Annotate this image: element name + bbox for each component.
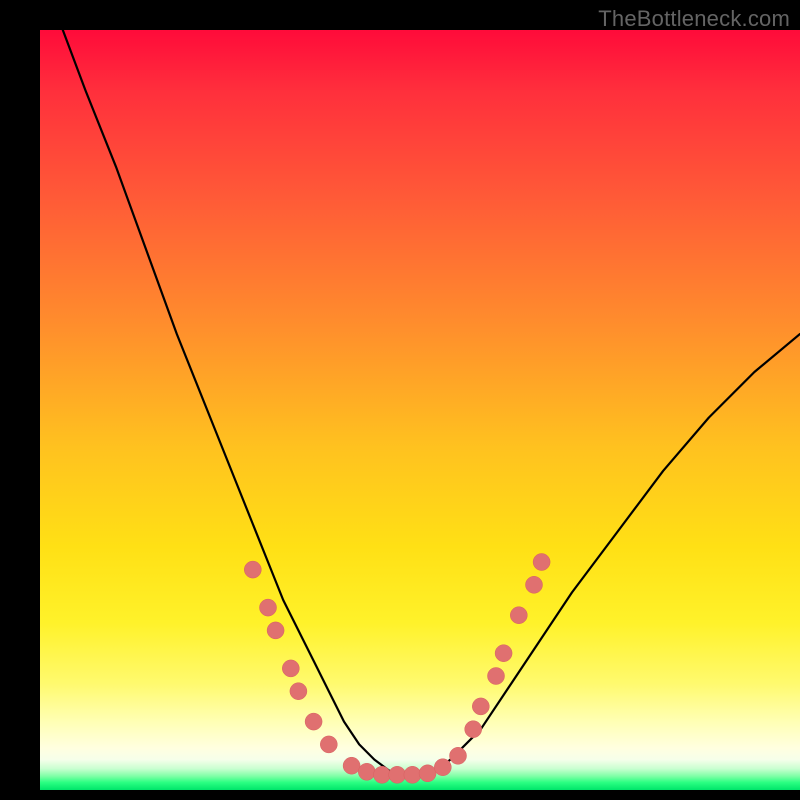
highlight-dot — [305, 713, 322, 730]
highlight-dot — [404, 766, 421, 783]
highlight-dot — [389, 766, 406, 783]
highlight-dot — [343, 757, 360, 774]
watermark-text: TheBottleneck.com — [598, 6, 790, 32]
highlight-dot — [267, 622, 284, 639]
highlight-dot — [282, 660, 299, 677]
highlight-dot — [244, 561, 261, 578]
highlight-dot — [358, 763, 375, 780]
highlight-dot — [434, 759, 451, 776]
highlight-dot — [495, 645, 512, 662]
highlight-dot — [419, 765, 436, 782]
highlight-dot — [260, 599, 277, 616]
highlight-dot — [450, 747, 467, 764]
highlight-dot — [488, 668, 505, 685]
highlight-dot — [290, 683, 307, 700]
highlight-dot — [374, 766, 391, 783]
highlight-dot — [320, 736, 337, 753]
bottleneck-curve — [63, 30, 800, 775]
highlight-dot — [533, 554, 550, 571]
curve-layer — [40, 30, 800, 790]
highlight-dot — [526, 576, 543, 593]
plot-area — [40, 30, 800, 790]
chart-frame: TheBottleneck.com — [0, 0, 800, 800]
highlight-dot — [510, 607, 527, 624]
highlight-dots-group — [244, 554, 550, 784]
highlight-dot — [465, 721, 482, 738]
highlight-dot — [472, 698, 489, 715]
